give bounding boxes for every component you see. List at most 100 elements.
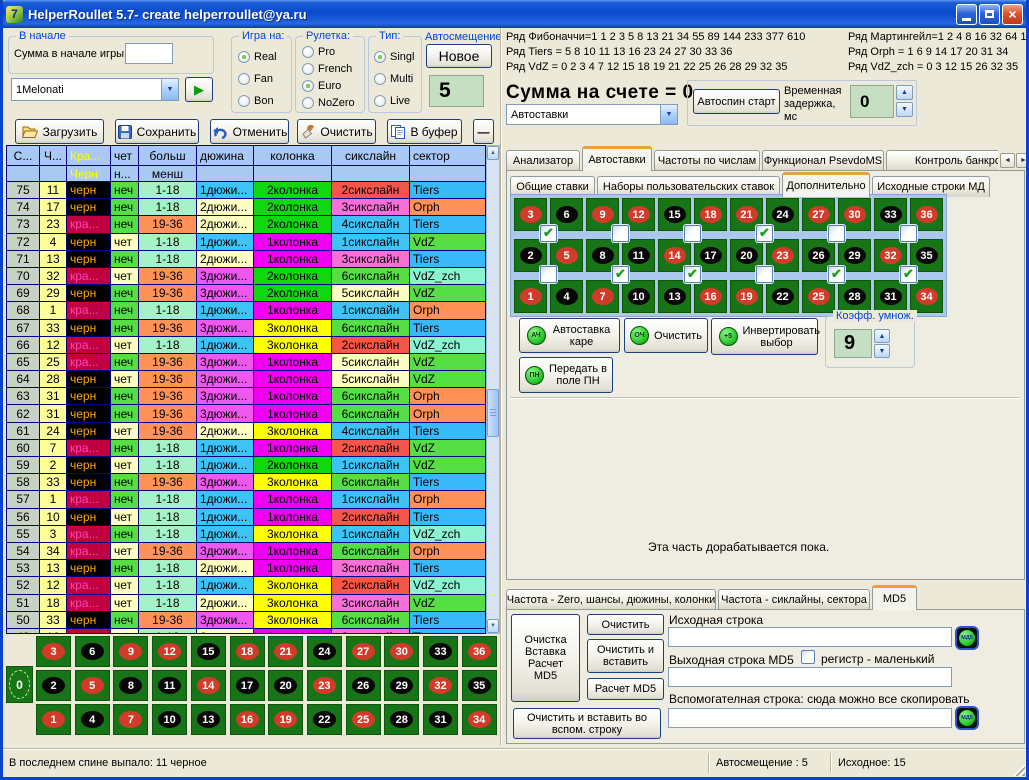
md5-aux-input[interactable] — [668, 708, 952, 728]
table-cell[interactable]: черн — [67, 509, 111, 526]
board-cell-21[interactable]: 21 — [268, 636, 303, 667]
table-cell[interactable]: черн — [67, 234, 111, 251]
board-cell-16[interactable]: 16 — [230, 704, 265, 735]
table-cell[interactable]: 16 — [40, 629, 67, 634]
radio-icon[interactable] — [302, 46, 314, 58]
table-cell[interactable]: неч — [111, 199, 139, 216]
tab-scroll-left-icon[interactable]: ◄ — [1000, 153, 1015, 168]
invert-selection-button[interactable]: +5 Инвертировать выбор — [711, 318, 818, 355]
table-cell[interactable]: 1-18 — [139, 199, 197, 216]
split-checkbox[interactable] — [684, 225, 701, 242]
table-cell[interactable]: 1дюжи... — [197, 457, 254, 474]
split-checkbox[interactable] — [900, 266, 917, 283]
table-cell[interactable]: чет — [111, 234, 139, 251]
md5-clearpaste-aux-button[interactable]: Очистить и вставить во вспом. строку — [513, 708, 661, 739]
table-cell[interactable]: 69 — [7, 285, 40, 302]
table-cell[interactable]: черн — [67, 182, 111, 199]
column-header[interactable] — [332, 166, 410, 182]
table-cell[interactable]: 55 — [7, 526, 40, 543]
md5-output-input[interactable] — [668, 667, 952, 687]
table-cell[interactable]: 2сикслайн — [332, 182, 410, 199]
table-cell[interactable]: 2дюжи... — [197, 199, 254, 216]
table-cell[interactable]: 1колонка — [254, 302, 332, 319]
bet-board-cell-4[interactable]: 4 — [550, 280, 583, 313]
radio-icon[interactable] — [374, 73, 386, 85]
table-cell[interactable]: 4 — [40, 234, 67, 251]
table-cell[interactable]: неч — [111, 474, 139, 491]
table-cell[interactable]: 1колонка — [254, 491, 332, 508]
table-cell[interactable]: Tiers — [410, 251, 486, 268]
md5-bigclear-button[interactable]: Очистка Вставка Расчет MD5 — [511, 614, 580, 702]
table-cell[interactable]: 1дюжи... — [197, 577, 254, 594]
delay-value[interactable]: 0 — [850, 85, 894, 118]
table-cell[interactable]: 51 — [7, 595, 40, 612]
table-cell[interactable]: 32 — [40, 268, 67, 285]
table-cell[interactable]: Orph — [410, 388, 486, 405]
close-button[interactable]: × — [1002, 4, 1023, 25]
table-cell[interactable]: 1-18 — [139, 234, 197, 251]
sub-tab-2[interactable]: Дополнительно — [782, 172, 870, 197]
table-cell[interactable]: неч — [111, 285, 139, 302]
table-cell[interactable]: чет — [111, 457, 139, 474]
table-cell[interactable]: 59 — [7, 457, 40, 474]
scroll-down-icon[interactable]: ▼ — [487, 619, 499, 633]
table-cell[interactable]: черн — [67, 251, 111, 268]
table-cell[interactable]: 1сикслайн — [332, 302, 410, 319]
table-cell[interactable]: черн — [67, 371, 111, 388]
очистить-button[interactable]: Очистить — [297, 119, 376, 144]
radio-icon[interactable] — [302, 80, 314, 92]
koeff-value[interactable]: 9 — [834, 329, 872, 358]
table-cell[interactable]: черн — [67, 388, 111, 405]
table-cell[interactable]: 1сикслайн — [332, 491, 410, 508]
main-tab-3[interactable]: Функционал PsevdoMS — [762, 150, 884, 171]
отменить-button[interactable]: Отменить — [210, 119, 289, 144]
split-checkbox[interactable] — [900, 225, 917, 242]
board-cell-10[interactable]: 10 — [152, 704, 187, 735]
column-header[interactable]: Ч... — [40, 146, 67, 166]
md5-aux-run-button[interactable]: МД5 — [955, 706, 979, 730]
table-cell[interactable]: 1-18 — [139, 251, 197, 268]
table-cell[interactable]: 2дюжи... — [197, 423, 254, 440]
table-cell[interactable]: 33 — [40, 612, 67, 629]
table-cell[interactable]: 53 — [7, 560, 40, 577]
table-cell[interactable]: Orph — [410, 491, 486, 508]
table-cell[interactable]: Tiers — [410, 560, 486, 577]
board-cell-26[interactable]: 26 — [346, 670, 381, 701]
table-cell[interactable]: чет — [111, 371, 139, 388]
table-cell[interactable]: черн — [67, 285, 111, 302]
table-cell[interactable]: 1колонка — [254, 405, 332, 422]
table-cell[interactable]: 3сикслайн — [332, 251, 410, 268]
table-cell[interactable]: 65 — [7, 354, 40, 371]
table-cell[interactable]: 19-36 — [139, 268, 197, 285]
board-cell-15[interactable]: 15 — [191, 636, 226, 667]
table-cell[interactable]: черн — [67, 405, 111, 422]
table-cell[interactable]: кра... — [67, 440, 111, 457]
table-cell[interactable]: неч — [111, 405, 139, 422]
table-cell[interactable]: 3 — [40, 526, 67, 543]
board-cell-23[interactable]: 23 — [307, 670, 342, 701]
radio-french[interactable]: French — [302, 60, 355, 77]
bet-board-cell-22[interactable]: 22 — [766, 280, 799, 313]
table-cell[interactable]: 49 — [7, 629, 40, 634]
table-cell[interactable]: 60 — [7, 440, 40, 457]
board-cell-24[interactable]: 24 — [307, 636, 342, 667]
bet-board-cell-10[interactable]: 10 — [622, 280, 655, 313]
table-cell[interactable]: 2дюжи... — [197, 560, 254, 577]
table-cell[interactable]: 1колонка — [254, 234, 332, 251]
table-cell[interactable]: 19-36 — [139, 320, 197, 337]
board-cell-12[interactable]: 12 — [152, 636, 187, 667]
table-cell[interactable]: 73 — [7, 216, 40, 233]
table-cell[interactable]: 1дюжи... — [197, 440, 254, 457]
md5-source-input[interactable] — [668, 627, 952, 647]
table-cell[interactable]: 19-36 — [139, 388, 197, 405]
board-cell-0[interactable]: 0 — [6, 666, 33, 703]
table-cell[interactable]: 1-18 — [139, 577, 197, 594]
radio-nozero[interactable]: NoZero — [302, 94, 355, 111]
bet-board-cell-1[interactable]: 1 — [514, 280, 547, 313]
radio-icon[interactable] — [238, 95, 250, 107]
table-cell[interactable]: Tiers — [410, 612, 486, 629]
table-cell[interactable]: Tiers — [410, 474, 486, 491]
table-cell[interactable]: VdZ — [410, 457, 486, 474]
table-cell[interactable]: 29 — [40, 285, 67, 302]
table-cell[interactable]: 4сикслайн — [332, 216, 410, 233]
